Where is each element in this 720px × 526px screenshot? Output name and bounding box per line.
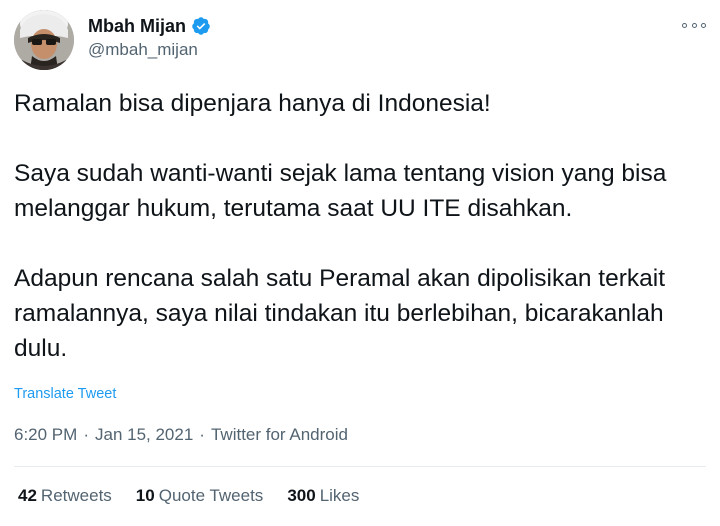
quote-tweets-stat[interactable]: 10 Quote Tweets [136,486,264,506]
retweets-count: 42 [18,486,37,505]
divider [14,466,706,467]
tweet-card: Mbah Mijan @mbah_mijan Ramalan bisa dipe… [0,0,720,526]
tweet-time[interactable]: 6:20 PM [14,425,77,445]
tweet-text: Ramalan bisa dipenjara hanya di Indonesi… [14,86,704,366]
retweets-label: Retweets [40,486,112,505]
engagement-stats: 42 Retweets 10 Quote Tweets 300 Likes [18,486,383,506]
quote-tweets-label: Quote Tweets [158,486,264,505]
verified-badge-icon [191,16,211,36]
tweet-paragraph: Ramalan bisa dipenjara hanya di Indonesi… [14,90,491,117]
avatar[interactable] [14,10,74,70]
quote-tweets-count: 10 [135,486,155,505]
tweet-source[interactable]: Twitter for Android [211,425,348,445]
tweet-paragraph: Saya sudah wanti-wanti sejak lama tentan… [14,160,667,222]
meta-separator: · [199,425,205,444]
translate-tweet-link[interactable]: Translate Tweet [14,386,116,402]
more-dot-icon [682,22,687,28]
retweets-stat[interactable]: 42 Retweets [18,486,112,506]
likes-count: 300 [287,486,316,505]
display-name[interactable]: Mbah Mijan [88,14,186,38]
author-block: Mbah Mijan @mbah_mijan [88,14,211,61]
meta-separator: · [83,425,89,444]
tweet-meta: 6:20 PM · Jan 15, 2021 · Twitter for And… [14,425,348,445]
tweet-date[interactable]: Jan 15, 2021 [95,425,193,445]
name-row: Mbah Mijan [88,14,211,38]
more-dot-icon [691,22,697,28]
likes-stat[interactable]: 300 Likes [287,486,359,506]
avatar-photo-icon [14,10,74,70]
more-options-button[interactable] [682,18,706,32]
user-handle[interactable]: @mbah_mijan [88,39,211,61]
likes-label: Likes [319,486,360,505]
tweet-paragraph: Adapun rencana salah satu Peramal akan d… [14,265,666,362]
more-dot-icon [701,22,706,28]
